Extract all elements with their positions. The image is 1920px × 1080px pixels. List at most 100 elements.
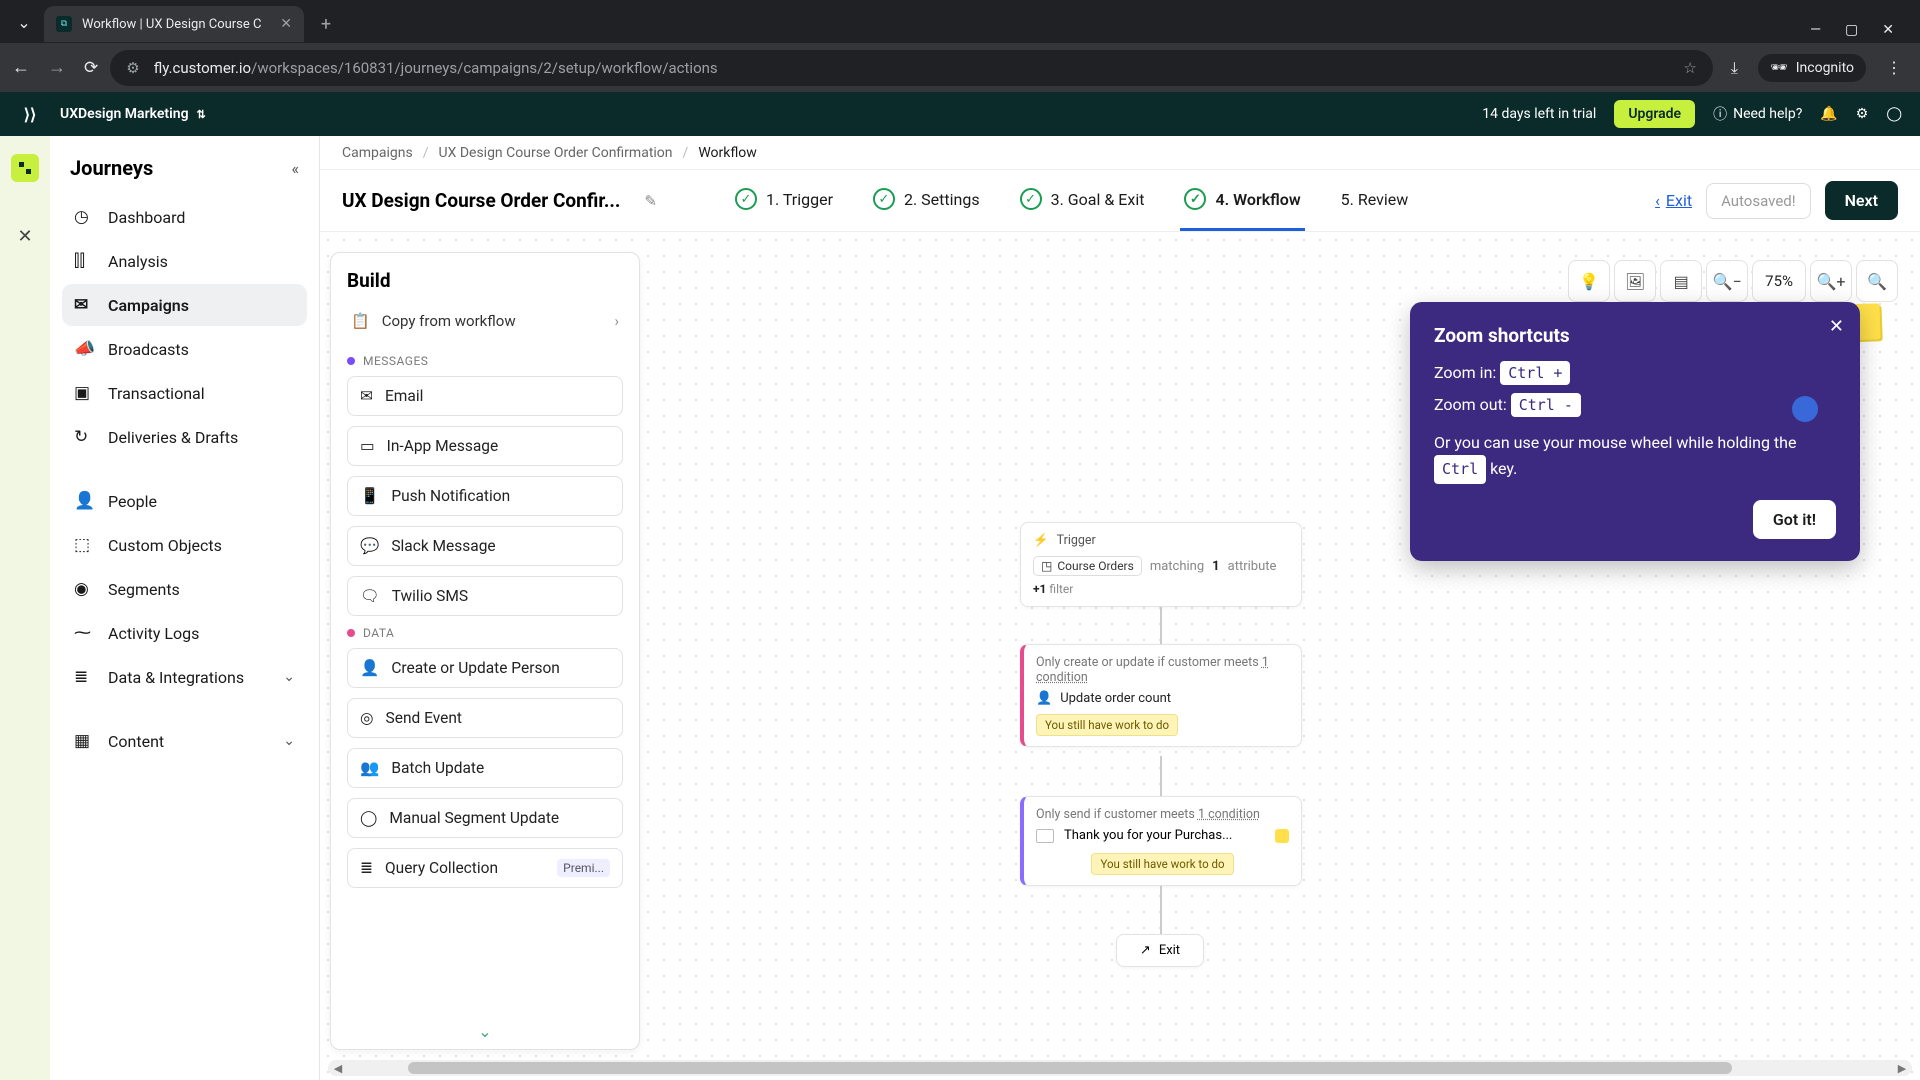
collapse-sidebar-icon[interactable]: «	[291, 159, 299, 178]
sidebar-item-label: Analysis	[108, 252, 168, 271]
history-icon: ↻	[74, 427, 94, 447]
back-button[interactable]: ←	[12, 57, 30, 78]
sidebar-item-content[interactable]: ▦Content⌄	[62, 720, 307, 762]
sidebar-item-analysis[interactable]: ⫿⫿Analysis	[62, 240, 307, 282]
breadcrumb-campaign-name[interactable]: UX Design Course Order Confirmation	[439, 145, 673, 161]
reload-button[interactable]: ⟳	[84, 58, 98, 78]
block-batch-update[interactable]: 👥Batch Update	[347, 748, 623, 788]
search-canvas-button[interactable]: 🔍	[1856, 260, 1898, 302]
sidebar-item-segments[interactable]: ◉Segments	[62, 568, 307, 610]
person-icon: 👤	[74, 491, 94, 511]
kbd-zoom-in: Ctrl +	[1500, 361, 1570, 385]
window-close-icon[interactable]: ✕	[1882, 22, 1894, 38]
sidebar-item-data-integrations[interactable]: ≣Data & Integrations⌄	[62, 656, 307, 698]
block-send-event[interactable]: ◎Send Event	[347, 698, 623, 738]
condition-link[interactable]: 1 condition	[1198, 807, 1260, 822]
sidebar-item-activity-logs[interactable]: ⁓Activity Logs	[62, 612, 307, 654]
site-settings-icon[interactable]: ⚙	[126, 59, 139, 77]
sidebar-item-label: Activity Logs	[108, 624, 199, 643]
url-host: fly.customer.io	[154, 59, 251, 77]
person-plus-icon: 👤	[360, 659, 379, 677]
workspace-switcher[interactable]: UXDesign Marketing ⇅	[60, 106, 206, 122]
zoom-out-button[interactable]: 🔍−	[1706, 260, 1748, 302]
sidebar-item-broadcasts[interactable]: 📣Broadcasts	[62, 328, 307, 370]
rail-other[interactable]: ✕	[11, 222, 39, 250]
matching-label: matching	[1150, 559, 1204, 574]
workflow-node-exit[interactable]: ↗ Exit	[1116, 934, 1204, 967]
tab-close-icon[interactable]: ✕	[280, 16, 292, 32]
chevron-down-icon: ⌄	[283, 733, 295, 749]
profile-icon[interactable]: ◯	[1886, 106, 1902, 122]
block-push[interactable]: 📱Push Notification	[347, 476, 623, 516]
block-twilio[interactable]: 🗨Twilio SMS	[347, 576, 623, 616]
sidebar-item-campaigns[interactable]: ✉ Campaigns	[62, 284, 307, 326]
edit-title-icon[interactable]: ✎	[644, 192, 657, 210]
block-email[interactable]: ✉Email	[347, 376, 623, 416]
block-create-person[interactable]: 👤Create or Update Person	[347, 648, 623, 688]
expand-panel-icon[interactable]: ⌄	[331, 1014, 639, 1049]
address-bar[interactable]: ⚙ fly.customer.io/workspaces/160831/jour…	[110, 50, 1713, 86]
step-workflow[interactable]: ✓4. Workflow	[1180, 170, 1304, 231]
workflow-node-trigger[interactable]: ⚡Trigger ◳Course Orders matching 1 attri…	[1020, 522, 1302, 607]
window-minimize-icon[interactable]: ―	[1810, 22, 1821, 38]
chat-icon: 💬	[360, 537, 379, 555]
scroll-right-icon[interactable]: ▶	[1894, 1060, 1910, 1076]
sidebar-item-label: Data & Integrations	[108, 668, 244, 687]
browser-tab[interactable]: ⧉ Workflow | UX Design Course C ✕	[44, 6, 304, 42]
window-maximize-icon[interactable]: ▢	[1845, 22, 1858, 38]
sidebar-item-dashboard[interactable]: ◷Dashboard	[62, 196, 307, 238]
workflow-canvas[interactable]: Build 📋 Copy from workflow › MESSAGES ✉E…	[320, 232, 1920, 1080]
step-review[interactable]: 5. Review	[1337, 172, 1413, 230]
send-icon: ✉	[74, 295, 94, 315]
step-trigger[interactable]: ✓1. Trigger	[731, 170, 837, 231]
next-button[interactable]: Next	[1825, 181, 1898, 220]
sidebar-item-label: Campaigns	[108, 296, 189, 315]
tips-button[interactable]: 💡	[1568, 260, 1610, 302]
broadcast-icon: ◎	[360, 709, 374, 727]
object-chip[interactable]: ◳Course Orders	[1033, 556, 1142, 576]
sidebar-item-label: Custom Objects	[108, 536, 222, 555]
notifications-icon[interactable]: 🔔	[1820, 106, 1837, 122]
bookmark-icon[interactable]: ☆	[1683, 59, 1696, 77]
rail-journeys[interactable]	[11, 154, 39, 182]
app-logo[interactable]: ⟩⟩	[18, 102, 42, 126]
incognito-badge[interactable]: 🕶 Incognito	[1758, 54, 1866, 82]
block-query-collection[interactable]: ≣Query CollectionPremi...	[347, 848, 623, 888]
settings-icon[interactable]: ⚙	[1856, 106, 1869, 122]
step-settings[interactable]: ✓2. Settings	[869, 170, 984, 231]
upgrade-button[interactable]: Upgrade	[1614, 100, 1695, 128]
block-manual-segment[interactable]: ◯Manual Segment Update	[347, 798, 623, 838]
copy-from-workflow[interactable]: 📋 Copy from workflow ›	[347, 306, 623, 344]
step-goal-exit[interactable]: ✓3. Goal & Exit	[1016, 170, 1149, 231]
image-button[interactable]: 🖼	[1614, 260, 1656, 302]
exit-link[interactable]: ‹Exit	[1655, 191, 1692, 210]
canvas-h-scrollbar[interactable]: ◀ ▶	[328, 1060, 1912, 1076]
new-tab-button[interactable]: +	[312, 10, 340, 38]
check-icon: ✓	[735, 188, 757, 210]
sidebar-item-custom-objects[interactable]: ⬚Custom Objects	[62, 524, 307, 566]
zoom-in-icon: 🔍+	[1817, 272, 1846, 291]
got-it-button[interactable]: Got it!	[1753, 500, 1836, 539]
block-in-app[interactable]: ▭In-App Message	[347, 426, 623, 466]
help-label: Need help?	[1733, 106, 1802, 122]
help-button[interactable]: ⓘ Need help?	[1713, 104, 1802, 124]
sidebar-item-deliveries[interactable]: ↻Deliveries & Drafts	[62, 416, 307, 458]
tab-search-button[interactable]: ⌄	[8, 6, 40, 38]
note-button[interactable]: ▤	[1660, 260, 1702, 302]
downloads-icon[interactable]: ⤓	[1731, 58, 1738, 78]
zoom-in-button[interactable]: 🔍+	[1810, 260, 1852, 302]
popover-close-icon[interactable]: ✕	[1829, 316, 1844, 337]
workflow-node-email[interactable]: Only send if customer meets 1 condition …	[1020, 796, 1302, 886]
block-slack[interactable]: 💬Slack Message	[347, 526, 623, 566]
zoom-level[interactable]: 75%	[1752, 260, 1806, 302]
sidebar-item-transactional[interactable]: ▣Transactional	[62, 372, 307, 414]
exit-icon: ↗	[1140, 943, 1151, 958]
scroll-left-icon[interactable]: ◀	[330, 1060, 346, 1076]
scrollbar-thumb[interactable]	[408, 1062, 1732, 1074]
workflow-node-update-person[interactable]: Only create or update if customer meets …	[1020, 644, 1302, 747]
build-title: Build	[347, 269, 623, 292]
forward-button[interactable]: →	[48, 57, 66, 78]
breadcrumb-campaigns[interactable]: Campaigns	[342, 145, 413, 161]
browser-menu-icon[interactable]: ⋮	[1886, 58, 1902, 77]
sidebar-item-people[interactable]: 👤People	[62, 480, 307, 522]
